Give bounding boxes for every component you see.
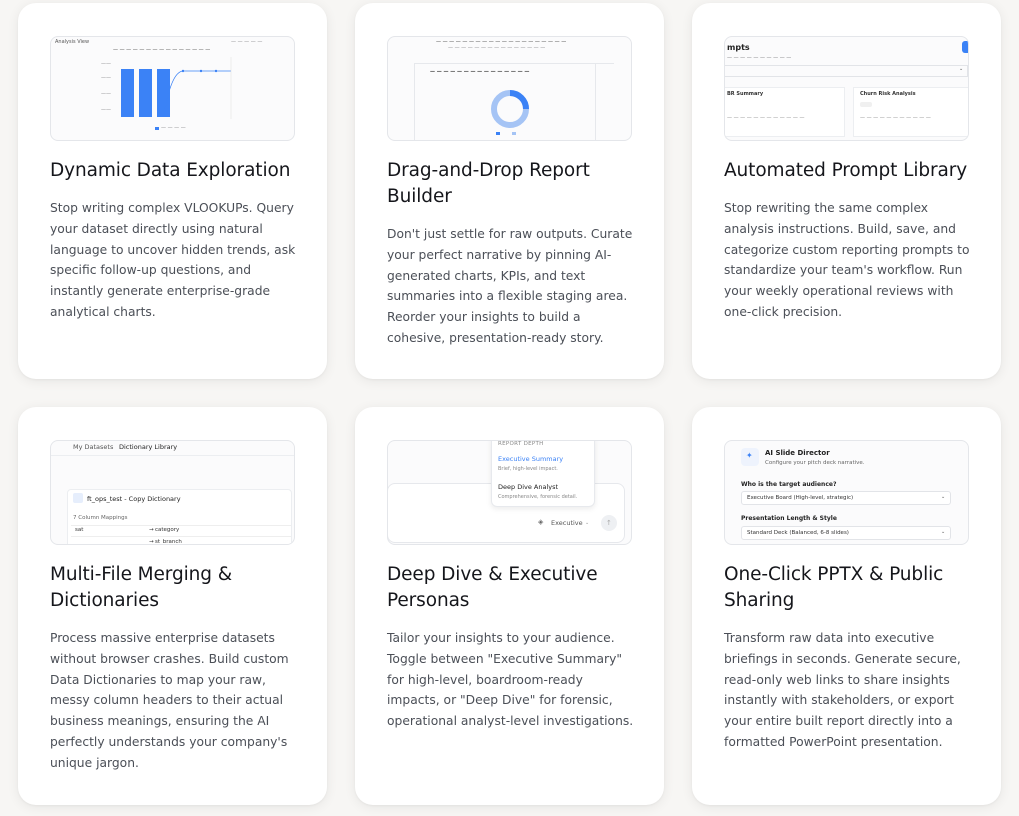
prompt-card-title: Churn Risk Analysis [860, 91, 916, 97]
option-executive-summary[interactable]: Executive Summary [498, 455, 563, 463]
feature-card-data-exploration: Analysis View — — — — — — — — — — — — — … [18, 3, 327, 379]
feature-card-report-builder: — — — — — — — — — — — — — — — — — — — — … [355, 3, 664, 379]
card-title: Automated Prompt Library [724, 160, 968, 181]
feature-card-multi-file: My Datasets Dictionary Library ft_ops_te… [18, 407, 327, 805]
card-description: Tailor your insights to your audience. T… [387, 631, 634, 729]
search-input[interactable] [725, 65, 968, 77]
card-description: Stop writing complex VLOOKUPs. Query you… [50, 201, 296, 319]
dictionary-preview: My Datasets Dictionary Library ft_ops_te… [50, 440, 295, 545]
depth-select[interactable]: Executive [551, 519, 583, 527]
card-title: Deep Dive & Executive Personas [387, 564, 598, 611]
card-title: Dynamic Data Exploration [50, 160, 291, 181]
persona-dropdown-preview: REPORT DEPTH Executive Summary Brief, hi… [387, 440, 632, 545]
scrollbar[interactable] [962, 41, 968, 53]
feature-card-pptx: ✦ AI Slide Director Configure your pitch… [692, 407, 1001, 805]
feature-card-personas: REPORT DEPTH Executive Summary Brief, hi… [355, 407, 664, 805]
arrow-up-icon: ↑ [606, 519, 612, 527]
card-description: Stop rewriting the same complex analysis… [724, 201, 970, 319]
card-title: Drag-and-Drop Report Builder [387, 160, 590, 207]
card-description: Process massive enterprise datasets with… [50, 631, 289, 770]
slide-director-preview: ✦ AI Slide Director Configure your pitch… [724, 440, 969, 545]
donut-chart-preview: — — — — — — — — — — — — — — — — — — — — … [387, 36, 632, 141]
feature-card-prompt-library: mpts — — — — — — — — — — ⌄ BR Summary — … [692, 3, 1001, 379]
option-deep-dive[interactable]: Deep Dive Analyst [498, 483, 558, 491]
tab-dictionary-library[interactable]: Dictionary Library [119, 443, 177, 451]
card-description: Transform raw data into executive briefi… [724, 631, 961, 749]
card-description: Don't just settle for raw outputs. Curat… [387, 227, 633, 345]
tab-my-datasets[interactable]: My Datasets [73, 443, 113, 451]
card-title: One-Click PPTX & Public Sharing [724, 564, 944, 611]
layers-icon: ◈ [538, 518, 544, 526]
file-icon [73, 493, 83, 503]
card-title: Multi-File Merging & Dictionaries [50, 564, 233, 611]
prompt-library-preview: mpts — — — — — — — — — — ⌄ BR Summary — … [724, 36, 969, 141]
bar-chart-preview: Analysis View — — — — — — — — — — — — — … [50, 36, 295, 141]
